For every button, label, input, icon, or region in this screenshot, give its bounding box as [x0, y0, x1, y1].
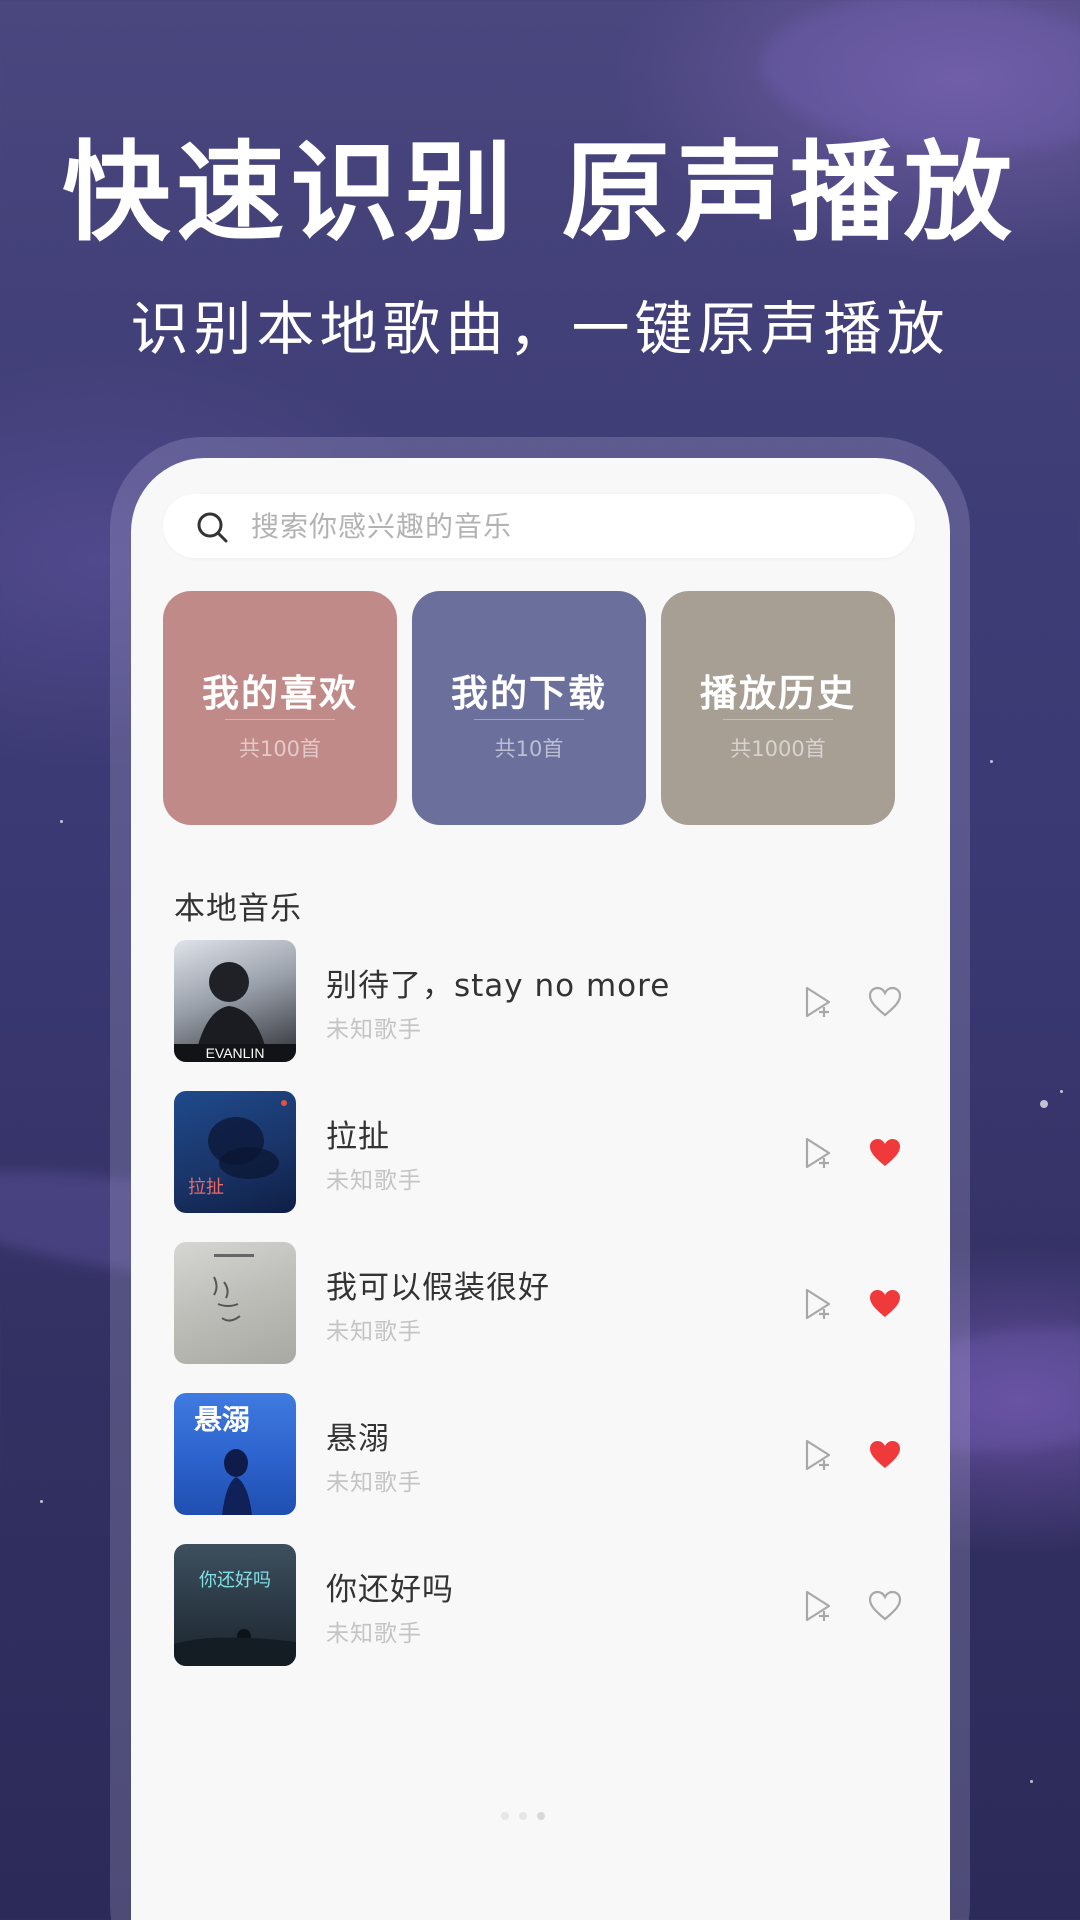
- song-title: 你还好吗: [326, 1572, 454, 1608]
- page-dot: [537, 1812, 545, 1820]
- cover-art: 你还好吗: [174, 1570, 296, 1666]
- heart-filled-icon[interactable]: [868, 1137, 902, 1169]
- card-divider: [225, 719, 335, 720]
- album-cover: [174, 1242, 296, 1364]
- search-input[interactable]: 搜索你感兴趣的音乐: [251, 510, 512, 544]
- heart-filled-icon[interactable]: [868, 1439, 902, 1471]
- section-title: 本地音乐: [174, 891, 302, 927]
- search-icon[interactable]: [195, 510, 229, 544]
- song-artist: 未知歌手: [326, 1621, 422, 1647]
- heart-filled-icon[interactable]: [868, 1288, 902, 1320]
- card-title: 播放历史: [700, 672, 856, 715]
- song-artist: 未知歌手: [326, 1470, 422, 1496]
- song-artist: 未知歌手: [326, 1319, 422, 1345]
- cover-text: EVANLIN: [206, 1045, 265, 1061]
- add-to-playlist-icon[interactable]: [801, 1287, 835, 1321]
- history-card[interactable]: 播放历史 共1000首: [661, 591, 895, 825]
- add-to-playlist-icon[interactable]: [801, 1136, 835, 1170]
- card-title: 我的下载: [451, 672, 607, 715]
- cover-art: EVANLIN: [174, 962, 296, 1062]
- song-artist: 未知歌手: [326, 1168, 422, 1194]
- card-title: 我的喜欢: [202, 672, 358, 715]
- cover-text: 拉扯: [188, 1177, 224, 1198]
- heart-outline-icon[interactable]: [868, 1590, 902, 1622]
- card-count: 共100首: [238, 737, 322, 761]
- album-cover: 悬溺: [174, 1393, 296, 1515]
- page-dot: [519, 1812, 527, 1820]
- album-cover: EVANLIN: [174, 940, 296, 1062]
- page-dot: [501, 1812, 509, 1820]
- card-count: 共1000首: [730, 737, 826, 761]
- favorites-card[interactable]: 我的喜欢 共100首: [163, 591, 397, 825]
- card-divider: [723, 719, 833, 720]
- song-title: 我可以假装很好: [326, 1270, 550, 1306]
- cover-art: [213, 1254, 254, 1322]
- song-row[interactable]: 拉扯 拉扯 未知歌手: [131, 1091, 950, 1215]
- song-title: 悬溺: [326, 1421, 390, 1457]
- cover-text: 你还好吗: [199, 1570, 271, 1591]
- song-row[interactable]: EVANLIN 别待了，stay no more 未知歌手: [131, 940, 950, 1064]
- cover-text: 悬溺: [194, 1403, 250, 1436]
- song-title: 拉扯: [326, 1119, 390, 1155]
- card-divider: [474, 719, 584, 720]
- cover-art: 悬溺: [194, 1403, 252, 1515]
- add-to-playlist-icon[interactable]: [801, 985, 835, 1019]
- card-count: 共10首: [494, 737, 564, 761]
- song-row[interactable]: 我可以假装很好 未知歌手: [131, 1242, 950, 1366]
- heart-outline-icon[interactable]: [868, 986, 902, 1018]
- song-title: 别待了，stay no more: [326, 968, 671, 1004]
- downloads-card[interactable]: 我的下载 共10首: [412, 591, 646, 825]
- song-row[interactable]: 悬溺 悬溺 未知歌手: [131, 1393, 950, 1517]
- add-to-playlist-icon[interactable]: [801, 1438, 835, 1472]
- song-row[interactable]: 你还好吗 你还好吗 未知歌手: [131, 1544, 950, 1668]
- add-to-playlist-icon[interactable]: [801, 1589, 835, 1623]
- cover-art: 拉扯: [188, 1100, 287, 1198]
- hero-subtitle: 识别本地歌曲，一键原声播放: [130, 295, 950, 363]
- page-indicator: [501, 1812, 545, 1820]
- hero-title: 快速识别 原声播放: [62, 131, 1018, 256]
- album-cover: 拉扯: [174, 1091, 296, 1213]
- phone-screen: 搜索你感兴趣的音乐 我的喜欢 共100首 我的下载 共10首 播放历史 共100…: [131, 458, 950, 1920]
- album-cover: 你还好吗: [174, 1544, 296, 1666]
- song-artist: 未知歌手: [326, 1017, 422, 1043]
